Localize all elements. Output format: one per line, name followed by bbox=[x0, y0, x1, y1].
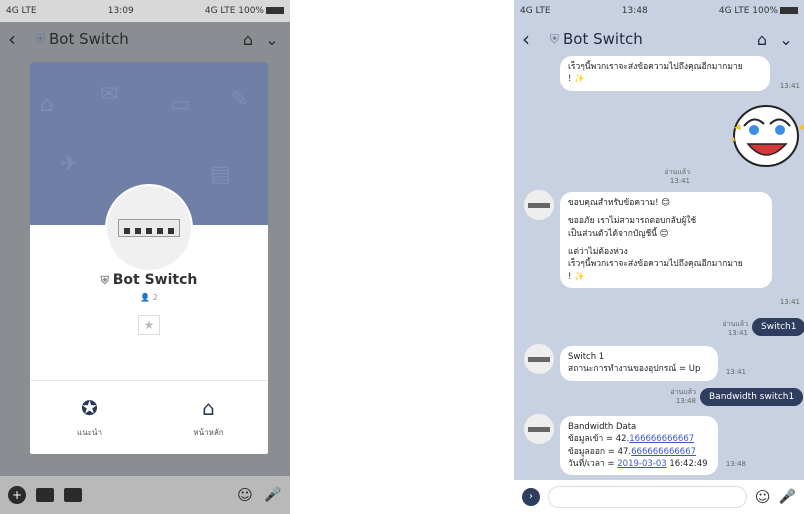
message-input-bar: › ☺ 🎤 bbox=[514, 480, 804, 514]
right-phone-screen: 4G LTE 13:48 4G LTE 100% ‹ ⛨ Bot Switch … bbox=[514, 0, 804, 514]
recommend-icon: ✪ bbox=[81, 396, 98, 420]
bot-avatar[interactable] bbox=[524, 414, 554, 444]
read-receipt: อ่านแล้ว 13:41 bbox=[722, 320, 748, 338]
phone-number-link[interactable]: 166666666667 bbox=[629, 434, 694, 444]
microphone-icon[interactable]: 🎤 bbox=[264, 486, 282, 504]
network-indicator: 4G LTE bbox=[6, 6, 37, 16]
message-input[interactable] bbox=[548, 486, 747, 508]
camera-icon[interactable] bbox=[36, 488, 54, 502]
battery-indicator: 4G LTE 100% bbox=[719, 6, 798, 16]
bot-message: เร็วๆนี้พวกเราจะส่งข้อความไปถึงคุณอีกมาก… bbox=[560, 56, 770, 91]
chat-header: ‹ ⛨ Bot Switch ⌂ ⌄ bbox=[0, 24, 290, 54]
back-arrow-icon[interactable]: ‹ bbox=[8, 27, 30, 51]
shield-icon: ⛨ bbox=[100, 274, 113, 287]
favorite-star-button[interactable]: ★ bbox=[138, 315, 160, 335]
cover-pattern-icon: ⌂ bbox=[40, 92, 54, 117]
message-time: 13:41 bbox=[779, 298, 800, 306]
cover-pattern-icon: ✉ bbox=[100, 82, 119, 107]
bot-avatar[interactable] bbox=[524, 344, 554, 374]
input-toolbar: + ☺ 🎤 bbox=[0, 476, 290, 514]
bot-message: Bandwidth Data ข้อมูลเข้า = 42.166666666… bbox=[560, 416, 718, 476]
battery-icon bbox=[780, 7, 798, 14]
cover-pattern-icon: ▭ bbox=[170, 92, 191, 117]
profile-name: ⛨ Bot Switch bbox=[100, 272, 198, 288]
user-message: Switch1 bbox=[752, 318, 804, 336]
chat-title: Bot Switch bbox=[49, 30, 129, 48]
chat-title: Bot Switch bbox=[563, 30, 643, 48]
cover-pattern-icon: ✎ bbox=[230, 87, 249, 112]
shield-icon: ⛨ bbox=[36, 31, 46, 46]
profile-avatar bbox=[105, 184, 193, 272]
message-time: 13:41 bbox=[725, 368, 746, 376]
profile-modal: ⌂ ✉ ▭ ✎ ✈ ▤ ⛨ Bot Switch 👤 2 ★ ✪ แนะนำ ⌂… bbox=[30, 62, 268, 454]
microphone-icon[interactable]: 🎤 bbox=[779, 489, 796, 505]
bot-message: ขอบคุณสำหรับข้อความ! 😊 ขออภัย เราไม่สามา… bbox=[560, 192, 772, 288]
clock: 13:48 bbox=[621, 6, 648, 16]
home-icon[interactable]: ⌂ bbox=[234, 30, 262, 49]
home-icon[interactable]: ⌂ bbox=[748, 30, 776, 49]
shield-icon: ⛨ bbox=[550, 31, 560, 46]
chevron-down-icon[interactable]: ⌄ bbox=[262, 30, 282, 49]
network-switch-image bbox=[118, 219, 180, 237]
bot-avatar[interactable] bbox=[524, 190, 554, 220]
message-time: 13:48 bbox=[725, 460, 746, 468]
date-link[interactable]: 2019-03-03 bbox=[617, 459, 666, 469]
recommend-button[interactable]: ✪ แนะนำ bbox=[30, 381, 149, 454]
expand-arrow-icon[interactable]: › bbox=[522, 488, 540, 506]
plus-icon[interactable]: + bbox=[8, 486, 26, 504]
back-arrow-icon[interactable]: ‹ bbox=[522, 27, 544, 51]
follower-count: 👤 2 bbox=[140, 293, 158, 302]
message-time: 13:41 bbox=[779, 82, 800, 90]
cover-pattern-icon: ✈ bbox=[60, 152, 79, 177]
home-button[interactable]: ⌂ หน้าหลัก bbox=[149, 381, 268, 454]
person-icon: 👤 bbox=[140, 293, 153, 302]
battery-indicator: 4G LTE 100% bbox=[205, 6, 284, 16]
emoji-icon[interactable]: ☺ bbox=[755, 488, 771, 506]
home-icon: ⌂ bbox=[202, 396, 215, 420]
phone-number-link[interactable]: 666666666667 bbox=[631, 447, 696, 457]
battery-icon bbox=[266, 7, 284, 14]
cover-pattern-icon: ▤ bbox=[210, 162, 231, 187]
profile-actions: ✪ แนะนำ ⌂ หน้าหลัก bbox=[30, 380, 268, 454]
left-phone-screen: 4G LTE 13:09 4G LTE 100% ‹ ⛨ Bot Switch … bbox=[0, 0, 290, 514]
crying-face-sticker bbox=[730, 105, 804, 167]
chevron-down-icon[interactable]: ⌄ bbox=[776, 30, 796, 49]
read-receipt: อ่านแล้ว 13:41 bbox=[664, 168, 690, 186]
bot-message: Switch 1 สถานะการทำงานของอุปกรณ์ = Up bbox=[560, 346, 718, 381]
clock: 13:09 bbox=[107, 6, 134, 16]
read-receipt: อ่านแล้ว 13:48 bbox=[670, 388, 696, 406]
image-icon[interactable] bbox=[64, 488, 82, 502]
network-indicator: 4G LTE bbox=[520, 6, 551, 16]
status-bar: 4G LTE 13:48 4G LTE 100% bbox=[514, 0, 804, 22]
user-message: Bandwidth switch1 bbox=[700, 388, 804, 406]
status-bar: 4G LTE 13:09 4G LTE 100% bbox=[0, 0, 290, 22]
chat-header: ‹ ⛨ Bot Switch ⌂ ⌄ bbox=[514, 24, 804, 54]
emoji-icon[interactable]: ☺ bbox=[236, 486, 254, 504]
